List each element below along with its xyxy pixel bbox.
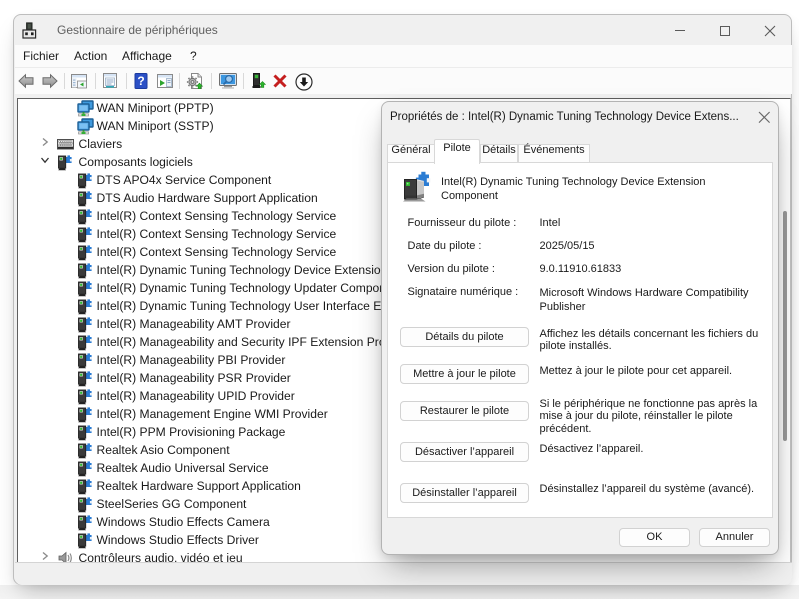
svg-text:?: ? — [137, 74, 144, 88]
